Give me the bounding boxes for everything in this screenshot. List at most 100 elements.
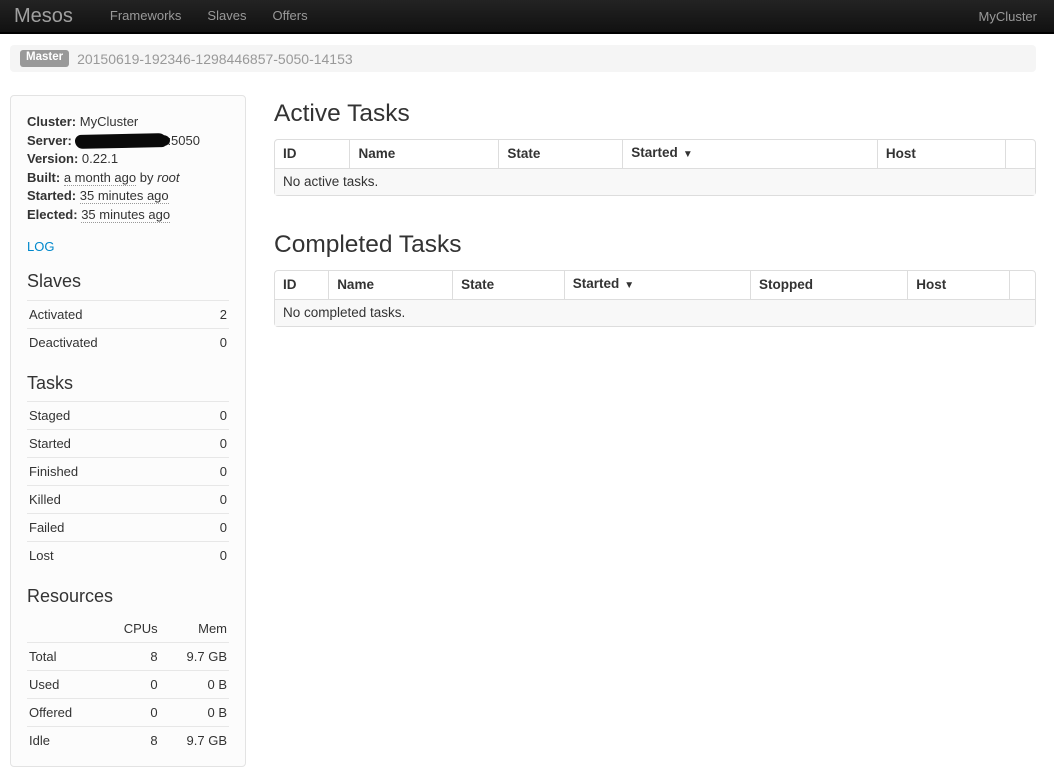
completed-tasks-empty-message: No completed tasks. [275, 299, 1035, 326]
cluster-label: Cluster: [27, 114, 76, 129]
tasks-heading: Tasks [27, 373, 229, 395]
stat-row-deactivated: Deactivated 0 [27, 328, 229, 356]
column-header-started[interactable]: Started ▼ [564, 271, 750, 299]
column-header-name[interactable]: Name [328, 271, 452, 299]
completed-tasks-empty-row: No completed tasks. [275, 299, 1035, 326]
elected-time: 35 minutes ago [81, 207, 170, 223]
info-cluster: Cluster: MyCluster [27, 113, 229, 132]
built-user: root [157, 170, 179, 185]
info-elected: Elected: 35 minutes ago [27, 206, 229, 225]
stat-row-failed: Failed 0 [27, 514, 229, 542]
resource-label: Used [27, 670, 100, 698]
built-by: by [140, 170, 154, 185]
column-header-stopped[interactable]: Stopped [750, 271, 907, 299]
column-header-started-label: Started [631, 145, 678, 160]
resource-cpus: 8 [100, 642, 159, 670]
column-header-host[interactable]: Host [877, 140, 1005, 168]
stat-value: 2 [202, 300, 229, 328]
column-header-started-label: Started [573, 276, 620, 291]
resource-row-total: Total 8 9.7 GB [27, 642, 229, 670]
resource-label: Total [27, 642, 100, 670]
resource-row-offered: Offered 0 0 B [27, 698, 229, 726]
column-header-id[interactable]: ID [275, 271, 328, 299]
cluster-value: MyCluster [80, 114, 139, 129]
completed-tasks-table: ID Name State Started ▼ Stopped Host No c… [274, 270, 1036, 327]
resources-table: CPUs Mem Total 8 9.7 GB Used 0 0 B Offer… [27, 615, 229, 754]
master-badge: Master [20, 50, 69, 67]
column-header-id[interactable]: ID [275, 140, 349, 168]
resources-mem-header: Mem [160, 615, 229, 643]
column-header-state[interactable]: State [452, 271, 564, 299]
sort-desc-icon: ▼ [624, 280, 634, 291]
started-time: 35 minutes ago [80, 188, 169, 204]
brand-mesos-link[interactable]: Mesos [14, 5, 73, 28]
stat-label: Failed [27, 514, 194, 542]
stat-label: Started [27, 430, 194, 458]
master-info-panel: Cluster: MyCluster Server: :5050 Version… [10, 95, 246, 767]
elected-label: Elected: [27, 207, 78, 222]
resources-header-spacer [27, 615, 100, 643]
resource-mem: 0 B [160, 698, 229, 726]
stat-value: 0 [194, 458, 229, 486]
redacted-server-address [75, 133, 167, 149]
column-header-blank [1005, 140, 1035, 168]
stat-label: Activated [27, 300, 202, 328]
stat-value: 0 [194, 542, 229, 570]
nav-item-frameworks[interactable]: Frameworks [97, 0, 195, 32]
resources-cpus-header: CPUs [100, 615, 159, 643]
stat-label: Lost [27, 542, 194, 570]
stat-label: Staged [27, 402, 194, 430]
resources-header-row: CPUs Mem [27, 615, 229, 643]
completed-tasks-title: Completed Tasks [274, 232, 1036, 259]
column-header-host[interactable]: Host [907, 271, 1009, 299]
active-tasks-title: Active Tasks [274, 101, 1036, 128]
built-time: a month ago [64, 170, 136, 186]
column-header-state[interactable]: State [498, 140, 622, 168]
log-link[interactable]: LOG [27, 239, 54, 254]
stat-row-staged: Staged 0 [27, 402, 229, 430]
stat-row-activated: Activated 2 [27, 300, 229, 328]
nav-item-slaves[interactable]: Slaves [194, 0, 259, 32]
master-id-text: 20150619-192346-1298446857-5050-14153 [77, 51, 353, 67]
sort-desc-icon: ▼ [683, 149, 693, 160]
slaves-stat-table: Activated 2 Deactivated 0 [27, 300, 229, 356]
info-server: Server: :5050 [27, 132, 229, 151]
column-header-started[interactable]: Started ▼ [622, 140, 877, 168]
resource-label: Offered [27, 698, 100, 726]
version-value: 0.22.1 [82, 151, 118, 166]
column-header-name[interactable]: Name [349, 140, 498, 168]
nav-item-offers[interactable]: Offers [259, 0, 320, 32]
slaves-heading: Slaves [27, 271, 229, 293]
stat-value: 0 [194, 402, 229, 430]
resource-mem: 9.7 GB [160, 726, 229, 754]
resource-label: Idle [27, 726, 100, 754]
completed-tasks-header-row: ID Name State Started ▼ Stopped Host [275, 271, 1035, 299]
main-content: Active Tasks ID Name State Started ▼ Host… [274, 95, 1036, 363]
info-version: Version: 0.22.1 [27, 150, 229, 169]
column-header-blank [1009, 271, 1035, 299]
resource-cpus: 0 [100, 670, 159, 698]
stat-label: Deactivated [27, 328, 202, 356]
stat-row-lost: Lost 0 [27, 542, 229, 570]
resources-heading: Resources [27, 586, 229, 608]
stat-value: 0 [202, 328, 229, 356]
breadcrumb: Master 20150619-192346-1298446857-5050-1… [10, 45, 1036, 72]
server-port: :5050 [167, 133, 200, 148]
info-started: Started: 35 minutes ago [27, 187, 229, 206]
stat-row-started: Started 0 [27, 430, 229, 458]
top-navbar: Mesos Frameworks Slaves Offers MyCluster [0, 0, 1054, 34]
stat-row-finished: Finished 0 [27, 458, 229, 486]
active-tasks-table: ID Name State Started ▼ Host No active ta… [274, 139, 1036, 196]
stat-label: Killed [27, 486, 194, 514]
built-label: Built: [27, 170, 60, 185]
stat-row-killed: Killed 0 [27, 486, 229, 514]
resource-mem: 9.7 GB [160, 642, 229, 670]
resource-mem: 0 B [160, 670, 229, 698]
active-tasks-empty-row: No active tasks. [275, 168, 1035, 195]
resource-cpus: 8 [100, 726, 159, 754]
resource-row-idle: Idle 8 9.7 GB [27, 726, 229, 754]
info-built: Built: a month ago by root [27, 169, 229, 188]
stat-value: 0 [194, 514, 229, 542]
resource-row-used: Used 0 0 B [27, 670, 229, 698]
resource-cpus: 0 [100, 698, 159, 726]
